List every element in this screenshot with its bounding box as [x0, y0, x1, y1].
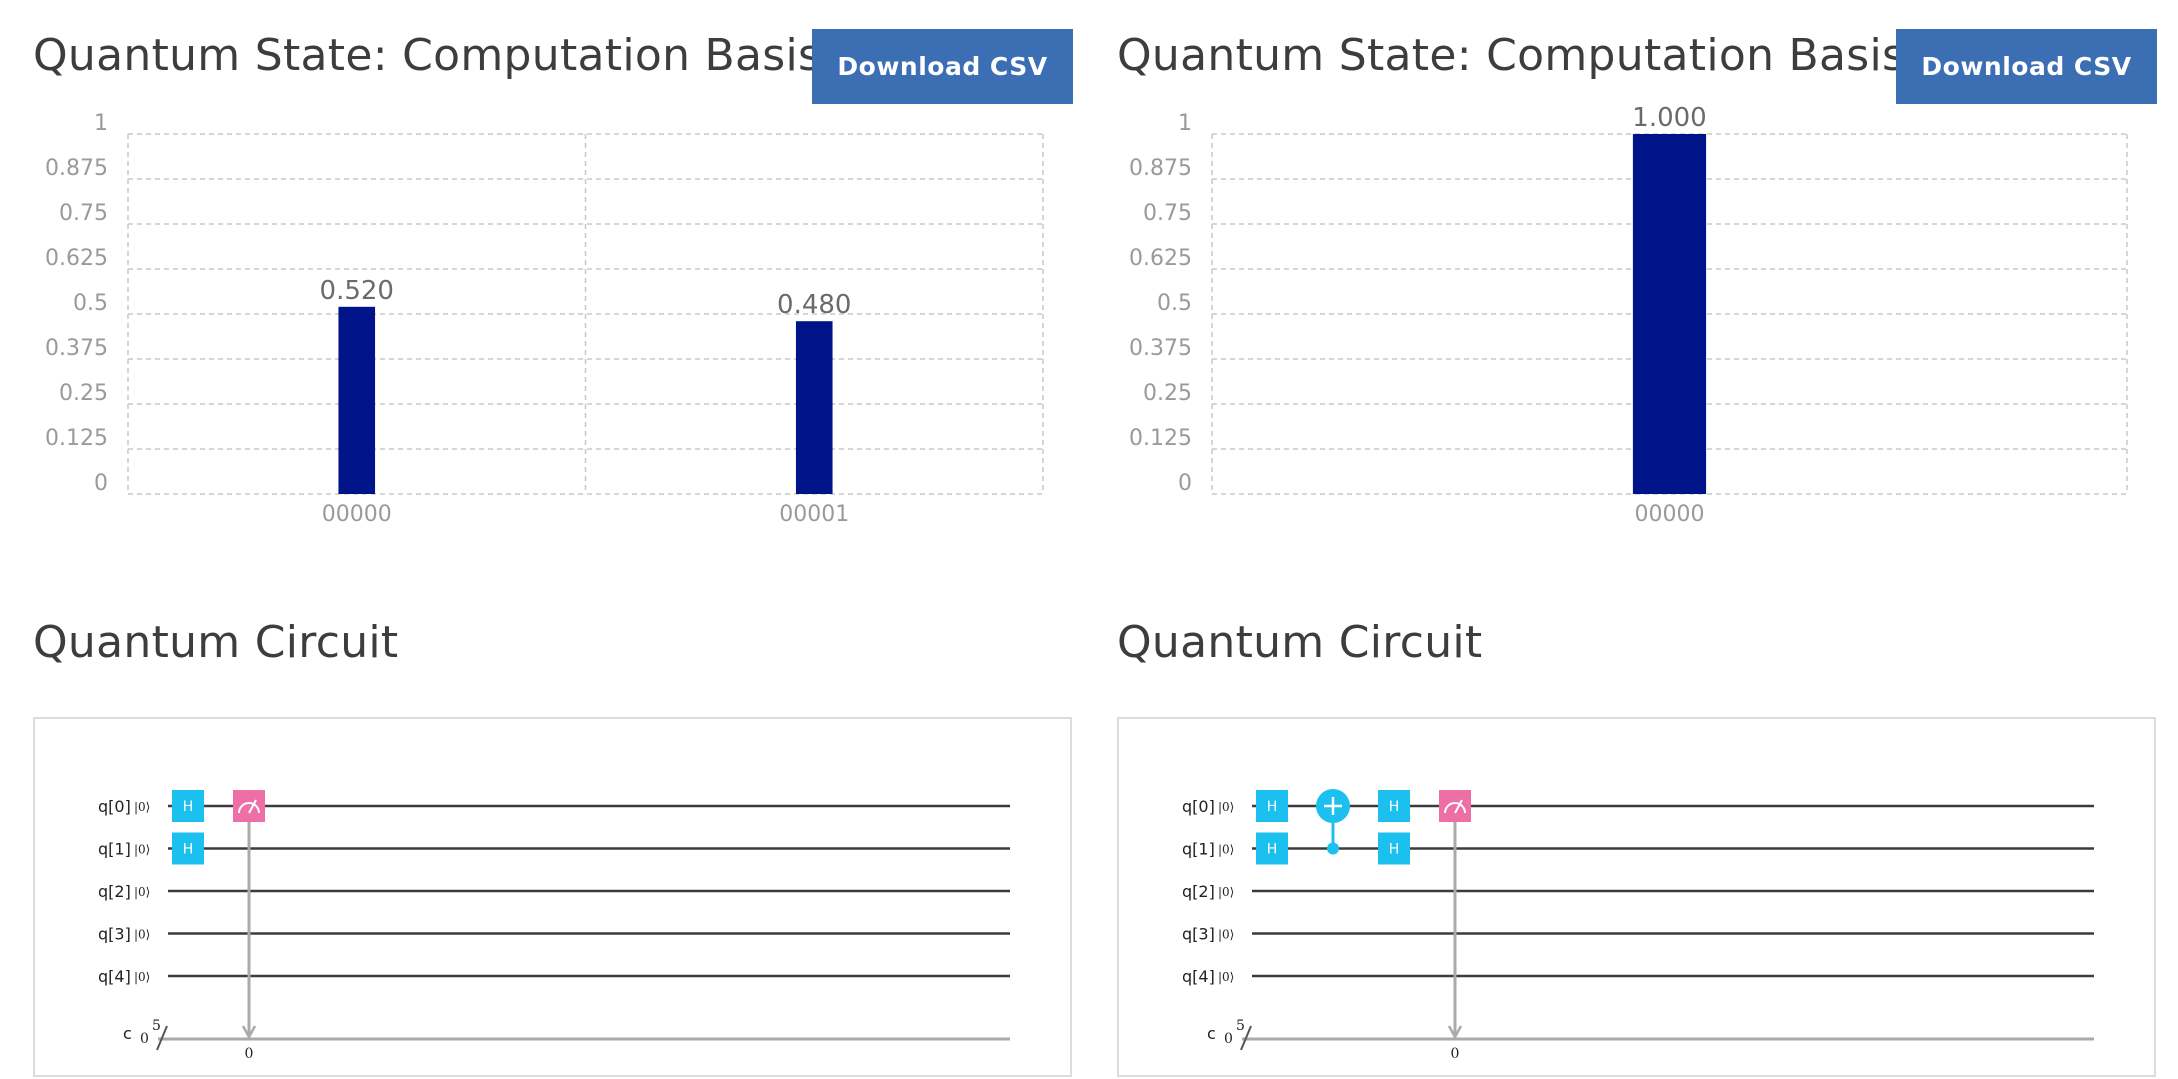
classical-init-value: 0 — [1224, 1031, 1233, 1047]
y-tick-label: 0.875 — [45, 156, 108, 181]
y-tick-label: 0.25 — [59, 381, 108, 406]
state-histogram-chart: 0 0.125 0.25 0.375 0.5 0.625 0.75 0.875 1 1.000 00… — [1129, 103, 2128, 527]
classical-init-value: 0 — [140, 1031, 149, 1047]
bar-value-label: 0.520 — [320, 276, 394, 306]
y-tick-label: 0.75 — [59, 201, 108, 226]
qubit-label: q[0] — [98, 797, 131, 816]
circuit-title: Quantum Circuit — [33, 617, 399, 668]
y-tick-label: 0.75 — [1143, 201, 1192, 226]
bar — [338, 306, 376, 494]
state-chart-title: Quantum State: Computation Basis — [33, 30, 822, 81]
initial-state-label: |0⟩ — [134, 800, 150, 814]
initial-state-label: |0⟩ — [134, 885, 150, 899]
classical-size-label: 5 — [152, 1018, 161, 1034]
gate-label: H — [1389, 842, 1400, 858]
circuit-title: Quantum Circuit — [1117, 617, 1483, 668]
x-tick-label: 00001 — [779, 502, 849, 527]
initial-state-label: |0⟩ — [134, 970, 150, 984]
qubit-label: q[3] — [98, 925, 131, 944]
circuit-diagram: q[0] |0⟩q[1] |0⟩q[2] |0⟩q[3] |0⟩q[4] |0⟩c 05HH… — [1182, 789, 2094, 1062]
bar-value-label: 1.000 — [1632, 103, 1706, 133]
initial-state-label: |0⟩ — [1218, 928, 1234, 942]
qubit-label: q[3] — [1182, 925, 1215, 944]
classical-register-label: c — [1207, 1024, 1216, 1043]
y-tick-label: 0.25 — [1143, 381, 1192, 406]
classical-size-label: 5 — [1236, 1018, 1245, 1034]
y-tick-label: 0.625 — [1129, 246, 1192, 271]
circuit-diagram: q[0] |0⟩q[1] |0⟩q[2] |0⟩q[3] |0⟩q[4] |0⟩c 05HH… — [98, 790, 1010, 1062]
y-tick-label: 1 — [94, 111, 108, 136]
initial-state-label: |0⟩ — [134, 843, 150, 857]
y-tick-label: 0.125 — [45, 426, 108, 451]
qubit-label: q[2] — [98, 882, 131, 901]
measurement-gate — [1439, 790, 1471, 822]
left-results-panel: Quantum State: Computation Basis Downloa… — [33, 0, 1113, 1077]
y-tick-label: 1 — [1178, 111, 1192, 136]
download-csv-button[interactable]: Download CSV — [812, 29, 1073, 104]
y-tick-label: 0.875 — [1129, 156, 1192, 181]
x-tick-label: 00000 — [1635, 502, 1705, 527]
y-tick-label: 0.5 — [73, 291, 108, 316]
control-dot — [1327, 842, 1339, 855]
classical-bit-index: 0 — [1451, 1046, 1460, 1062]
qubit-label: q[1] — [1182, 840, 1215, 859]
measurement-gate — [233, 790, 265, 822]
y-tick-label: 0.375 — [45, 336, 108, 361]
bar-value-label: 0.480 — [777, 290, 851, 320]
circuit-diagram-box: q[0] |0⟩ q[1] |0⟩ q[2] |0⟩ q[3] |0⟩ q[4] |0⟩ c 0 5 H H… — [33, 717, 1072, 1077]
state-chart-title: Quantum State: Computation Basis — [1117, 30, 1906, 81]
initial-state-label: |0⟩ — [1218, 885, 1234, 899]
x-tick-label: 00000 — [322, 502, 392, 527]
qubit-label: q[1] — [98, 840, 131, 859]
y-tick-label: 0 — [94, 471, 108, 496]
gate-label: H — [1267, 799, 1278, 815]
initial-state-label: |0⟩ — [134, 928, 150, 942]
gate-label: H — [1389, 799, 1400, 815]
qubit-label: q[2] — [1182, 882, 1215, 901]
bar — [1632, 134, 1707, 494]
y-tick-label: 0 — [1178, 471, 1192, 496]
qubit-label: q[0] — [1182, 797, 1215, 816]
right-results-panel: Quantum State: Computation Basis Downloa… — [1117, 0, 2178, 1077]
y-tick-label: 0.625 — [45, 246, 108, 271]
y-tick-label: 0.125 — [1129, 426, 1192, 451]
classical-bit-index: 0 — [245, 1046, 254, 1062]
bar — [795, 321, 833, 494]
state-histogram-chart: 0 0.125 0.25 0.375 0.5 0.625 0.75 0.875 1 0.520 00… — [45, 111, 1044, 527]
circuit-diagram-box: q[0] |0⟩ q[1] |0⟩ q[2] |0⟩ q[3] |0⟩ q[4] |0⟩ c 0 5 H H… — [1117, 717, 2156, 1077]
initial-state-label: |0⟩ — [1218, 800, 1234, 814]
qubit-label: q[4] — [1182, 967, 1215, 986]
download-csv-button[interactable]: Download CSV — [1896, 29, 2157, 104]
classical-register-label: c — [123, 1024, 132, 1043]
gate-label: H — [183, 842, 194, 858]
initial-state-label: |0⟩ — [1218, 970, 1234, 984]
y-tick-label: 0.5 — [1157, 291, 1192, 316]
qubit-label: q[4] — [98, 967, 131, 986]
initial-state-label: |0⟩ — [1218, 843, 1234, 857]
gate-label: H — [1267, 842, 1278, 858]
y-tick-label: 0.375 — [1129, 336, 1192, 361]
gate-label: H — [183, 799, 194, 815]
